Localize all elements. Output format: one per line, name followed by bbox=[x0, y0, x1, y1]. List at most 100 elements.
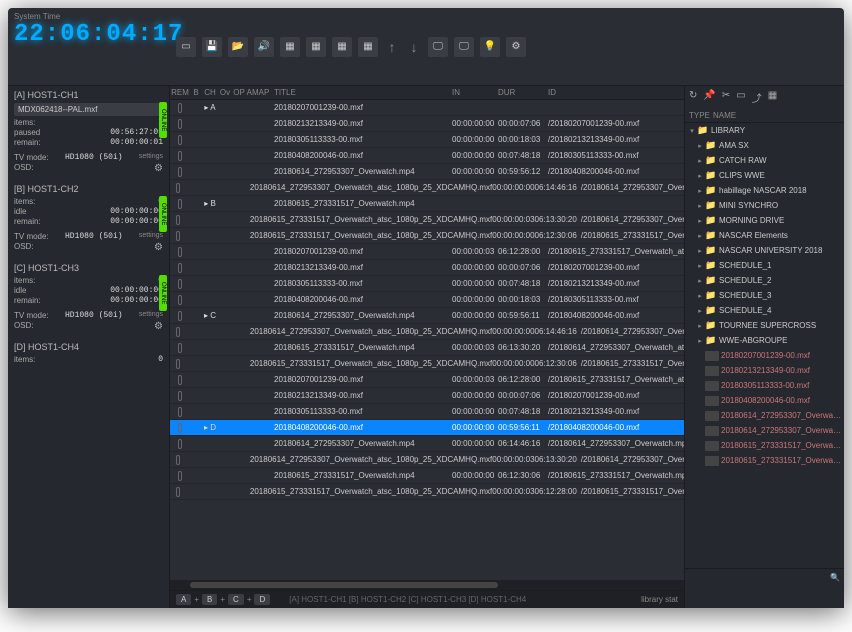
gear-icon[interactable]: ⚙ bbox=[154, 242, 163, 253]
open-icon[interactable]: 📂 bbox=[228, 37, 248, 57]
up-arrow-icon[interactable]: ↑ bbox=[384, 35, 400, 59]
library-folder[interactable]: ▸📁AMA SX bbox=[685, 138, 844, 153]
library-folder[interactable]: ▸📁SCHEDULE_2 bbox=[685, 273, 844, 288]
playlist-row[interactable]: 20180305113333-00.mxf 00:00:00:00 00:07:… bbox=[170, 404, 684, 420]
settings-icon[interactable]: ⚙ bbox=[506, 37, 526, 57]
library-folder[interactable]: ▸📁NASCAR Elements bbox=[685, 228, 844, 243]
col-rem[interactable]: REM bbox=[170, 88, 190, 97]
playlist-row[interactable]: 20180614_272953307_Overwatch_atsc_1080p_… bbox=[170, 180, 684, 196]
library-file[interactable]: 20180614_272953307_Overwatch_atsc... bbox=[685, 423, 844, 438]
library-folder[interactable]: ▸📁CLIPS WWE bbox=[685, 168, 844, 183]
clip-icon[interactable]: ▦ bbox=[280, 37, 300, 57]
library-file[interactable]: 20180615_273331517_Overwatch.mp4 bbox=[685, 438, 844, 453]
library-file[interactable]: 20180305113333-00.mxf bbox=[685, 378, 844, 393]
playlist-row[interactable]: 20180615_273331517_Overwatch_atsc_1080p_… bbox=[170, 484, 684, 500]
playlist-row[interactable]: 20180207001239-00.mxf 00:00:00:03 06:12:… bbox=[170, 372, 684, 388]
cut-icon[interactable]: ✂ bbox=[722, 90, 730, 105]
playlist-row[interactable]: 20180213213349-00.mxf 00:00:00:00 00:00:… bbox=[170, 388, 684, 404]
host-block[interactable]: [D] HOST1-CH4 items:0 bbox=[14, 342, 163, 364]
clip4-icon[interactable]: ▦ bbox=[358, 37, 378, 57]
col-b[interactable]: B bbox=[190, 88, 202, 97]
bulb-icon[interactable]: 💡 bbox=[480, 37, 500, 57]
clip3-icon[interactable]: ▦ bbox=[332, 37, 352, 57]
host-block[interactable]: [A] HOST1-CH1 MDX062418--PAL.mxf ONLINE … bbox=[14, 90, 163, 174]
library-file[interactable]: 20180207001239-00.mxf bbox=[685, 348, 844, 363]
host-block[interactable]: [B] HOST1-CH2 ONLINE items:0 idle00:00:0… bbox=[14, 184, 163, 253]
library-folder[interactable]: ▸📁MORNING DRIVE bbox=[685, 213, 844, 228]
library-folder[interactable]: ▸📁SCHEDULE_1 bbox=[685, 258, 844, 273]
playlist-row[interactable]: 20180213213349-00.mxf 00:00:00:00 00:00:… bbox=[170, 260, 684, 276]
library-folder[interactable]: ▸📁SCHEDULE_4 bbox=[685, 303, 844, 318]
library-root[interactable]: ▾📁LIBRARY bbox=[685, 123, 844, 138]
library-body[interactable]: ▾📁LIBRARY▸📁AMA SX▸📁CATCH RAW▸📁CLIPS WWE▸… bbox=[685, 123, 844, 568]
settings-link[interactable]: settings bbox=[139, 153, 163, 162]
h-scrollbar[interactable] bbox=[170, 580, 684, 590]
col-in[interactable]: IN bbox=[452, 88, 498, 97]
playlist-row[interactable]: ▸ B 20180615_273331517_Overwatch.mp4 bbox=[170, 196, 684, 212]
down-arrow-icon[interactable]: ↓ bbox=[406, 35, 422, 59]
scrollbar-thumb[interactable] bbox=[190, 582, 498, 588]
library-folder[interactable]: ▸📁CATCH RAW bbox=[685, 153, 844, 168]
playlist-row[interactable]: 20180615_273331517_Overwatch_atsc_1080p_… bbox=[170, 212, 684, 228]
playlist-row[interactable]: 20180305113333-00.mxf 00:00:00:00 00:00:… bbox=[170, 132, 684, 148]
playlist-row[interactable]: 20180615_273331517_Overwatch_atsc_1080p_… bbox=[170, 228, 684, 244]
playlist-row[interactable]: ▸ A 20180207001239-00.mxf bbox=[170, 100, 684, 116]
col-ch[interactable]: CH bbox=[202, 88, 218, 97]
library-folder[interactable]: ▸📁SCHEDULE_3 bbox=[685, 288, 844, 303]
playlist-row[interactable]: 20180614_272953307_Overwatch.mp4 00:00:0… bbox=[170, 436, 684, 452]
library-folder[interactable]: ▸📁WWE-ABGROUPE bbox=[685, 333, 844, 348]
channel-button[interactable]: A bbox=[176, 594, 191, 605]
gear-icon[interactable]: ⚙ bbox=[154, 163, 163, 174]
monitor2-icon[interactable]: 🖵 bbox=[454, 37, 474, 57]
clip2-icon[interactable]: ▦ bbox=[306, 37, 326, 57]
col-amap[interactable]: AMAP bbox=[246, 88, 270, 97]
library-file[interactable]: 20180614_272953307_Overwatch.mp4 bbox=[685, 408, 844, 423]
export-icon[interactable]: ⤴ bbox=[752, 90, 762, 105]
playlist-row[interactable]: ▸ C 20180614_272953307_Overwatch.mp4 00:… bbox=[170, 308, 684, 324]
col-title[interactable]: TITLE bbox=[270, 88, 452, 97]
channel-button[interactable]: D bbox=[254, 594, 270, 605]
library-folder[interactable]: ▸📁habillage NASCAR 2018 bbox=[685, 183, 844, 198]
col-dur[interactable]: DUR bbox=[498, 88, 544, 97]
monitor-icon[interactable]: 🖵 bbox=[428, 37, 448, 57]
playlist-body[interactable]: ▸ A 20180207001239-00.mxf 20180213213349… bbox=[170, 100, 684, 580]
playlist-row[interactable]: 20180408200046-00.mxf 00:00:00:00 00:00:… bbox=[170, 292, 684, 308]
playlist-row[interactable]: 20180615_273331517_Overwatch.mp4 00:00:0… bbox=[170, 340, 684, 356]
gear-icon[interactable]: ⚙ bbox=[154, 321, 163, 332]
library-folder[interactable]: ▸📁MINI SYNCHRO bbox=[685, 198, 844, 213]
refresh-icon[interactable]: ↻ bbox=[689, 90, 697, 105]
box-icon[interactable]: ▭ bbox=[736, 90, 745, 105]
lib-col-type[interactable]: TYPE bbox=[689, 111, 713, 120]
playlist-row[interactable]: 20180305113333-00.mxf 00:00:00:00 00:07:… bbox=[170, 276, 684, 292]
row-dur: 06:12:30:06 bbox=[535, 359, 577, 368]
playlist-row[interactable]: 20180614_272953307_Overwatch_atsc_1080p_… bbox=[170, 452, 684, 468]
playlist-row[interactable]: 20180615_273331517_Overwatch_atsc_1080p_… bbox=[170, 356, 684, 372]
library-folder[interactable]: ▸📁TOURNEE SUPERCROSS bbox=[685, 318, 844, 333]
channel-button[interactable]: C bbox=[228, 594, 244, 605]
playlist-row[interactable]: 20180213213349-00.mxf 00:00:00:00 00:00:… bbox=[170, 116, 684, 132]
col-op[interactable]: OP bbox=[232, 88, 246, 97]
playlist-row[interactable]: 20180207001239-00.mxf 00:00:00:03 06:12:… bbox=[170, 244, 684, 260]
playlist-row[interactable]: 20180614_272953307_Overwatch.mp4 00:00:0… bbox=[170, 164, 684, 180]
pin-icon[interactable]: 📌 bbox=[703, 90, 715, 105]
library-file[interactable]: 20180213213349-00.mxf bbox=[685, 363, 844, 378]
channel-button[interactable]: B bbox=[202, 594, 217, 605]
col-ov[interactable]: Ov bbox=[218, 88, 232, 97]
settings-link[interactable]: settings bbox=[139, 232, 163, 241]
col-id[interactable]: ID bbox=[544, 88, 684, 97]
playlist-row[interactable]: 20180614_272953307_Overwatch_atsc_1080p_… bbox=[170, 324, 684, 340]
grid-icon[interactable]: ▦ bbox=[768, 90, 777, 105]
library-file[interactable]: 20180408200046-00.mxf bbox=[685, 393, 844, 408]
lib-col-name[interactable]: NAME bbox=[713, 111, 840, 120]
search-icon[interactable]: 🔍 bbox=[830, 573, 840, 582]
save-icon[interactable]: 💾 bbox=[202, 37, 222, 57]
host-block[interactable]: [C] HOST1-CH3 ONLINE items:0 idle00:00:0… bbox=[14, 263, 163, 332]
library-file[interactable]: 20180615_273331517_Overwatch_atsc... bbox=[685, 453, 844, 468]
playlist-row[interactable]: 20180615_273331517_Overwatch.mp4 00:00:0… bbox=[170, 468, 684, 484]
settings-link[interactable]: settings bbox=[139, 311, 163, 320]
library-folder[interactable]: ▸📁NASCAR UNIVERSITY 2018 bbox=[685, 243, 844, 258]
playlist-row[interactable]: 20180408200046-00.mxf 00:00:00:00 00:07:… bbox=[170, 148, 684, 164]
audio-icon[interactable]: 🔊 bbox=[254, 37, 274, 57]
playlist-row[interactable]: ▸ D 20180408200046-00.mxf 00:00:00:00 00… bbox=[170, 420, 684, 436]
new-icon[interactable]: ▭ bbox=[176, 37, 196, 57]
